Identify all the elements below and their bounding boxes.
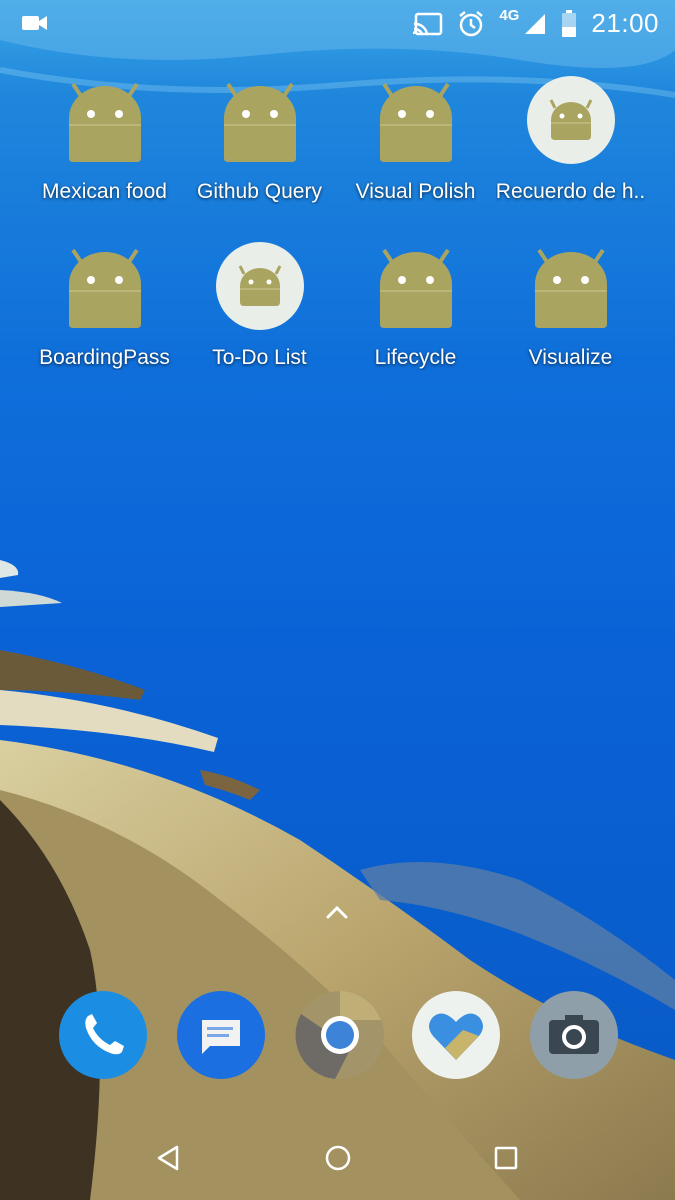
video-camera-icon (22, 12, 48, 40)
app-visualize[interactable]: Visualize (493, 240, 648, 370)
battery-icon (561, 9, 577, 38)
app-label: Lifecycle (374, 346, 457, 369)
status-bar: 4G 21:00 (0, 0, 675, 46)
app-label: Recuerdo de h.. (495, 180, 646, 203)
app-lifecycle[interactable]: Lifecycle (338, 240, 493, 370)
dock (0, 990, 675, 1082)
clock: 21:00 (591, 8, 659, 38)
android-icon (370, 240, 462, 332)
app-mexican-food[interactable]: Mexican food (27, 74, 182, 204)
android-icon (525, 240, 617, 332)
app-label: BoardingPass (39, 346, 170, 369)
back-icon[interactable] (138, 1128, 198, 1188)
app-boardingpass[interactable]: BoardingPass (27, 240, 182, 370)
app-label: Visualize (528, 346, 613, 369)
app-recuerdo-de-h[interactable]: Recuerdo de h.. (493, 74, 648, 204)
home-icon[interactable] (308, 1128, 368, 1188)
alarm-icon (457, 10, 485, 38)
android-icon (525, 74, 617, 166)
fit-heart-icon[interactable] (411, 990, 501, 1080)
android-icon (370, 74, 462, 166)
app-github-query[interactable]: Github Query (182, 74, 337, 204)
cast-icon (413, 12, 443, 36)
navigation-bar (0, 1110, 675, 1200)
camera-icon[interactable] (529, 990, 619, 1080)
messages-icon[interactable] (176, 990, 266, 1080)
app-to-do-list[interactable]: To-Do List (182, 240, 337, 370)
network-type: 4G (499, 7, 520, 24)
app-label: Mexican food (42, 180, 167, 203)
chrome-icon[interactable] (295, 990, 385, 1080)
app-drawer-arrow-icon[interactable] (322, 902, 352, 927)
phone-icon[interactable] (58, 990, 148, 1080)
android-icon (59, 74, 151, 166)
recents-icon[interactable] (476, 1128, 536, 1188)
app-visual-polish[interactable]: Visual Polish (338, 74, 493, 204)
signal-icon (523, 12, 547, 36)
app-label: Visual Polish (355, 180, 476, 203)
app-label: Github Query (197, 180, 322, 203)
android-icon (214, 240, 306, 332)
android-icon (214, 74, 306, 166)
app-label: To-Do List (212, 346, 307, 369)
android-icon (59, 240, 151, 332)
